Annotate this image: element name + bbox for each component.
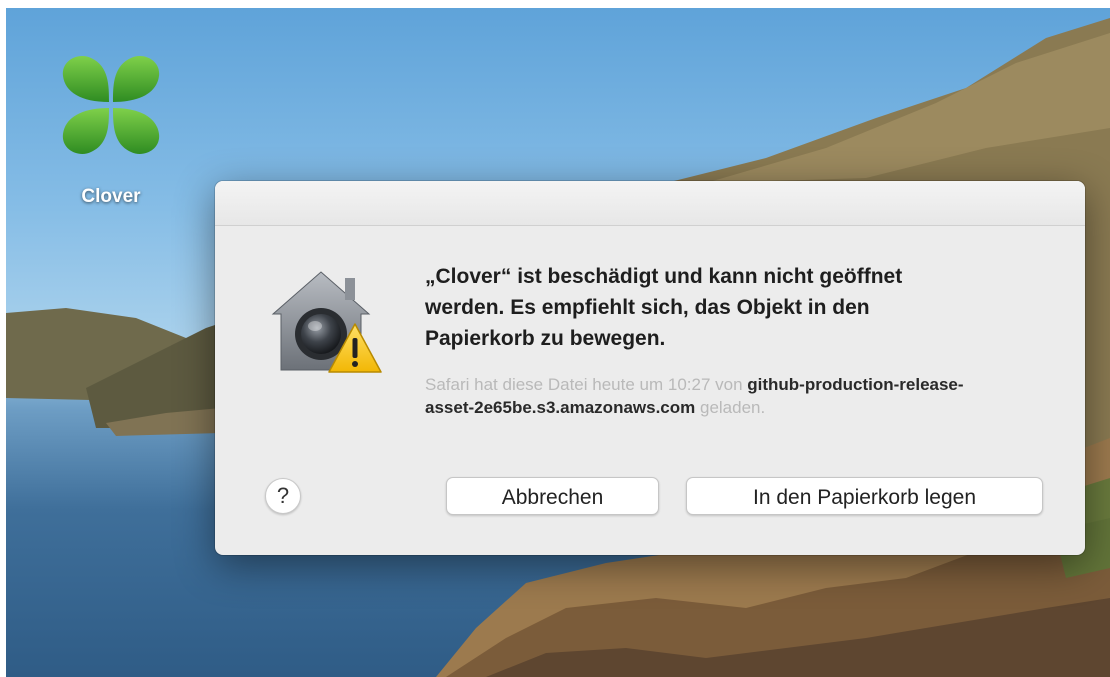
alert-info-text: Safari hat diese Datei heute um 10:27 vo… <box>425 373 985 419</box>
help-button[interactable]: ? <box>265 478 301 514</box>
info-suffix: geladen. <box>695 398 766 417</box>
dialog-titlebar <box>215 181 1085 226</box>
info-prefix: Safari hat diese Datei heute um 10:27 vo… <box>425 375 748 394</box>
clover-icon <box>62 56 160 154</box>
alert-headline: „Clover“ ist beschädigt und kann nicht g… <box>425 265 903 350</box>
clover-icon-label: Clover <box>81 186 141 207</box>
clover-desktop-icon[interactable]: Clover <box>46 46 176 208</box>
move-to-trash-button[interactable]: In den Papierkorb legen <box>686 477 1043 515</box>
cancel-button[interactable]: Abbrechen <box>446 477 659 515</box>
alert-dialog: „Clover“ ist beschädigt und kann nicht g… <box>215 181 1085 555</box>
gatekeeper-warning-icon <box>271 271 382 373</box>
